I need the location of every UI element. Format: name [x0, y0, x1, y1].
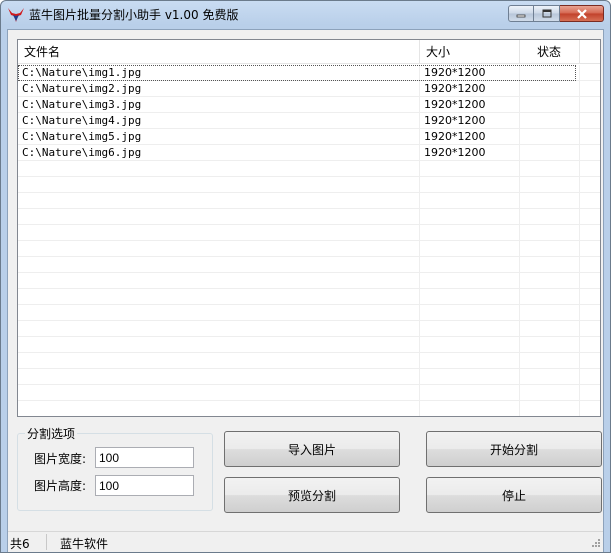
list-header: 文件名 大小 状态 — [18, 40, 600, 64]
column-divider — [579, 65, 580, 416]
preview-split-button[interactable]: 预览分割 — [224, 477, 400, 513]
app-window: 蓝牛图片批量分割小助手 v1.00 免费版 文件名 大小 状态 C:\Natur… — [0, 0, 611, 553]
table-row[interactable]: C:\Nature\img3.jpg 1920*1200 — [18, 97, 578, 113]
start-split-button[interactable]: 开始分割 — [426, 431, 602, 467]
column-header-filename[interactable]: 文件名 — [18, 40, 420, 64]
file-size-cell: 1920*1200 — [424, 146, 486, 159]
client-area: 文件名 大小 状态 C:\Nature\img1.jpg 1920*1200 C… — [7, 29, 604, 552]
status-bar: 共6 蓝牛软件 — [8, 531, 603, 552]
file-path-cell: C:\Nature\img5.jpg — [22, 130, 142, 143]
table-row[interactable]: C:\Nature\img6.jpg 1920*1200 — [18, 145, 578, 161]
close-icon — [576, 8, 587, 19]
table-row[interactable]: C:\Nature\img2.jpg 1920*1200 — [18, 81, 578, 97]
file-size-cell: 1920*1200 — [424, 66, 486, 79]
height-input[interactable] — [95, 475, 194, 496]
title-bar[interactable]: 蓝牛图片批量分割小助手 v1.00 免费版 — [1, 1, 610, 29]
resize-grip-icon[interactable] — [589, 538, 601, 550]
file-list[interactable]: 文件名 大小 状态 C:\Nature\img1.jpg 1920*1200 C… — [17, 39, 601, 417]
file-count-status: 共6 — [10, 537, 30, 551]
close-button[interactable] — [560, 5, 604, 22]
height-label: 图片高度: — [34, 479, 87, 493]
file-size-cell: 1920*1200 — [424, 98, 486, 111]
column-header-size[interactable]: 大小 — [420, 40, 520, 64]
import-images-button[interactable]: 导入图片 — [224, 431, 400, 467]
file-size-cell: 1920*1200 — [424, 114, 486, 127]
minimize-button[interactable] — [508, 5, 534, 22]
brand-status: 蓝牛软件 — [60, 537, 109, 551]
minimize-icon — [516, 14, 526, 17]
maximize-icon — [542, 9, 551, 18]
list-body: C:\Nature\img1.jpg 1920*1200 C:\Nature\i… — [18, 65, 600, 416]
file-path-cell: C:\Nature\img1.jpg — [22, 66, 142, 79]
split-options-legend: 分割选项 — [25, 425, 78, 442]
table-row[interactable]: C:\Nature\img4.jpg 1920*1200 — [18, 113, 578, 129]
file-path-cell: C:\Nature\img3.jpg — [22, 98, 142, 111]
bull-logo-icon — [8, 8, 24, 22]
column-header-status[interactable]: 状态 — [520, 40, 580, 64]
file-path-cell: C:\Nature\img6.jpg — [22, 146, 142, 159]
table-row[interactable]: C:\Nature\img5.jpg 1920*1200 — [18, 129, 578, 145]
width-input[interactable] — [95, 447, 194, 468]
split-options-group — [17, 433, 213, 511]
caption-buttons — [508, 5, 604, 22]
width-label: 图片宽度: — [34, 452, 87, 466]
stop-button[interactable]: 停止 — [426, 477, 602, 513]
table-row[interactable]: C:\Nature\img1.jpg 1920*1200 — [18, 65, 576, 81]
status-divider — [46, 534, 47, 550]
maximize-button[interactable] — [534, 5, 560, 22]
window-title: 蓝牛图片批量分割小助手 v1.00 免费版 — [29, 8, 239, 22]
file-size-cell: 1920*1200 — [424, 130, 486, 143]
file-path-cell: C:\Nature\img2.jpg — [22, 82, 142, 95]
file-path-cell: C:\Nature\img4.jpg — [22, 114, 142, 127]
file-size-cell: 1920*1200 — [424, 82, 486, 95]
